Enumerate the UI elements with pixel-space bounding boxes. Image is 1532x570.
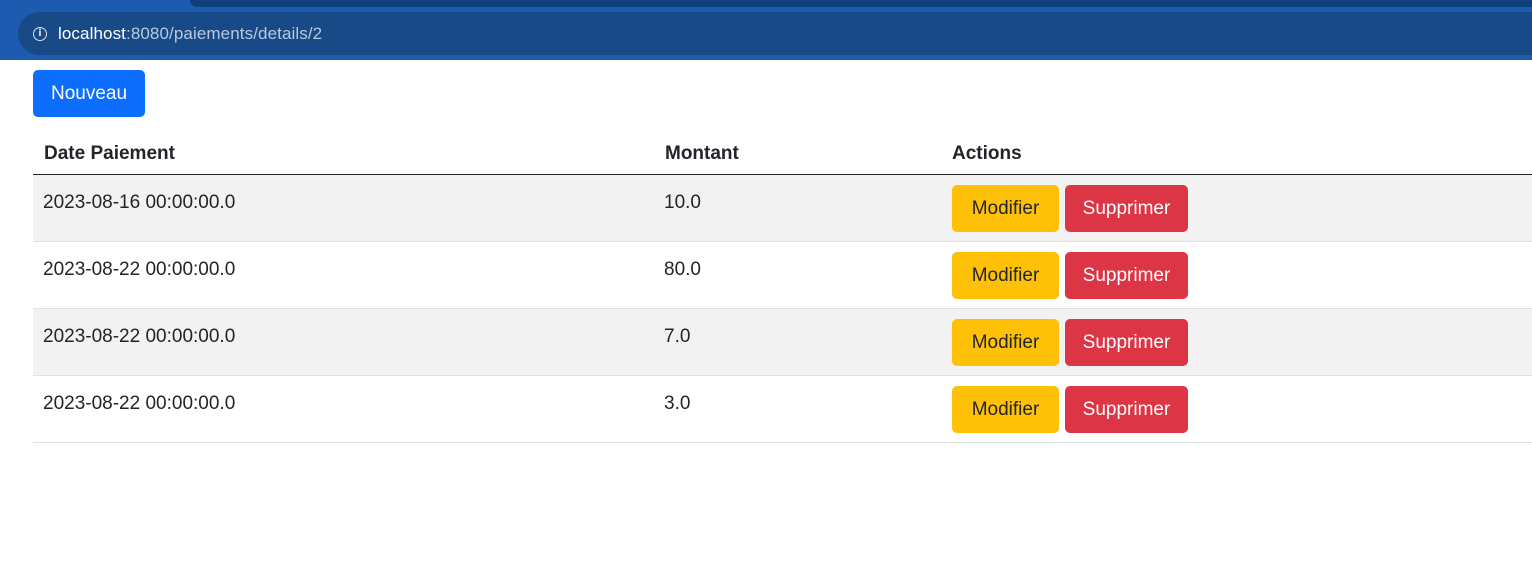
delete-button[interactable]: Supprimer	[1065, 319, 1188, 366]
row-actions: Modifier Supprimer	[952, 375, 1532, 443]
delete-button[interactable]: Supprimer	[1065, 185, 1188, 232]
table-row: 2023-08-22 00:00:00.0 7.0 Modifier Suppri…	[33, 308, 1532, 376]
payment-amount: 80.0	[654, 241, 952, 309]
payment-amount: 3.0	[654, 375, 952, 443]
edit-button[interactable]: Modifier	[952, 185, 1059, 232]
column-header-actions: Actions	[952, 134, 1532, 175]
delete-button[interactable]: Supprimer	[1065, 252, 1188, 299]
new-button[interactable]: Nouveau	[33, 70, 145, 117]
payment-date: 2023-08-22 00:00:00.0	[33, 241, 654, 309]
url-host: localhost	[58, 23, 126, 43]
edit-button[interactable]: Modifier	[952, 319, 1059, 366]
row-actions: Modifier Supprimer	[952, 174, 1532, 242]
url-text[interactable]: localhost:8080/paiements/details/2	[58, 24, 322, 44]
edit-button[interactable]: Modifier	[952, 252, 1059, 299]
address-bar[interactable]: i localhost:8080/paiements/details/2	[18, 12, 1532, 55]
row-actions: Modifier Supprimer	[952, 241, 1532, 309]
payment-date: 2023-08-16 00:00:00.0	[33, 174, 654, 242]
url-path: :8080/paiements/details/2	[126, 23, 323, 43]
delete-button[interactable]: Supprimer	[1065, 386, 1188, 433]
payment-date: 2023-08-22 00:00:00.0	[33, 375, 654, 443]
page-content: Nouveau Date Paiement Montant Actions 20…	[33, 70, 1532, 443]
table-header-row: Date Paiement Montant Actions	[33, 134, 1532, 175]
table-row: 2023-08-16 00:00:00.0 10.0 Modifier Suppr…	[33, 174, 1532, 242]
info-icon[interactable]: i	[33, 26, 47, 41]
tab-strip	[190, 0, 1532, 7]
payment-amount: 10.0	[654, 174, 952, 242]
browser-toolbar: i localhost:8080/paiements/details/2	[0, 0, 1532, 60]
table-row: 2023-08-22 00:00:00.0 80.0 Modifier Suppr…	[33, 241, 1532, 309]
column-header-date: Date Paiement	[33, 134, 654, 175]
column-header-amount: Montant	[654, 134, 952, 175]
edit-button[interactable]: Modifier	[952, 386, 1059, 433]
payments-table: Date Paiement Montant Actions 2023-08-16…	[33, 134, 1532, 443]
payment-amount: 7.0	[654, 308, 952, 376]
payment-date: 2023-08-22 00:00:00.0	[33, 308, 654, 376]
table-row: 2023-08-22 00:00:00.0 3.0 Modifier Suppri…	[33, 375, 1532, 443]
row-actions: Modifier Supprimer	[952, 308, 1532, 376]
